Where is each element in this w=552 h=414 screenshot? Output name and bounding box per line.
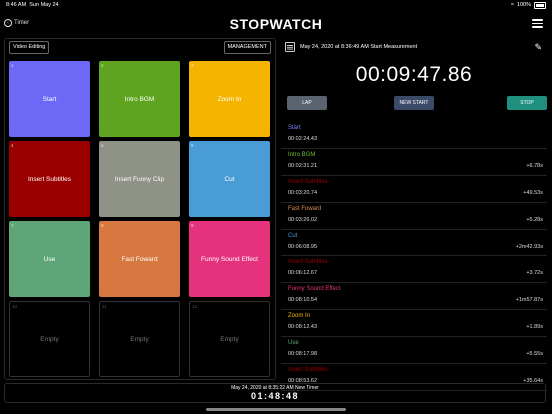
event-tile-1[interactable]: 1 Start [9, 61, 90, 137]
lap-delta: +3.72s [526, 270, 543, 277]
lap-time: 00:08:10.54 [288, 297, 318, 304]
menu-icon[interactable] [532, 19, 543, 28]
wifi-icon: ≈ [510, 2, 514, 9]
tile-label: Insert Subtitles [28, 175, 71, 183]
button-grid-panel: Video Editing MANAGEMENT 1 Start 2 Intro BG… [4, 38, 276, 380]
lap-delta: +2m42.93s [515, 243, 543, 250]
status-bar: 8:46 AM Sun May 24 ≈ 100% [0, 0, 552, 10]
tile-label: Fast Foward [121, 255, 158, 263]
event-tile-8[interactable]: 8 Fast Foward [99, 221, 180, 297]
lap-time: 00:08:17.98 [288, 351, 318, 358]
battery-percent: 100% [516, 2, 531, 9]
elapsed-time: 00:09:47.86 [355, 63, 473, 86]
event-tile-5[interactable]: 5 Insert Funny Clip [99, 141, 180, 217]
measurement-title: May 24, 2020 at 8:36:49 AM Start Measure… [300, 44, 418, 50]
page-title: STOPWATCH [229, 16, 323, 32]
lap-time: 00:03:20.74 [288, 189, 318, 196]
event-tile-12[interactable]: 12 Empty [189, 301, 270, 377]
lap-time: 00:08:12.43 [288, 324, 318, 331]
management-button[interactable]: MANAGEMENT [223, 41, 271, 54]
lap-time: 00:02:24.43 [288, 136, 318, 142]
tile-label: Intro BGM [124, 95, 155, 103]
battery-icon [534, 2, 546, 9]
lap-name: Funny Sound Effect [288, 286, 341, 293]
lap-name: Intro BGM [288, 151, 316, 158]
lap-delta: +5.28s [526, 216, 543, 223]
tile-number: 3 [191, 63, 194, 68]
measurement-header: May 24, 2020 at 8:36:49 AM Start Measure… [285, 42, 417, 52]
edit-icon[interactable]: ✎ [534, 42, 542, 53]
lap-name: Cut [288, 232, 298, 239]
tile-number: 1 [11, 63, 14, 68]
tile-label: Empty [130, 335, 149, 343]
lap-list: Start 00:02:24.43 Intro BGM 00:02:31.21 +6.7… [281, 122, 547, 391]
event-tile-6[interactable]: 6 Cut [189, 141, 270, 217]
tile-number: 7 [11, 223, 14, 228]
event-tile-7[interactable]: 7 Use [9, 221, 90, 297]
measurement-panel: May 24, 2020 at 8:36:49 AM Start Measure… [281, 38, 547, 391]
event-tile-11[interactable]: 11 Empty [99, 301, 180, 377]
lap-delta: +6.78s [526, 162, 543, 169]
event-tile-4[interactable]: 4 Insert Subtitles [9, 141, 90, 217]
tile-number: 2 [101, 63, 104, 68]
status-right: ≈ 100% [511, 2, 546, 9]
tile-label: Insert Funny Clip [114, 175, 165, 183]
lap-name: Zoom In [288, 313, 311, 320]
tile-number: 9 [191, 223, 194, 228]
status-date: Sun May 24 [29, 2, 59, 8]
status-clock: 8:46 AM [6, 2, 27, 8]
tile-number: 11 [102, 304, 107, 309]
lap-time: 00:02:31.21 [288, 162, 318, 169]
tile-number: 8 [101, 223, 104, 228]
stop-button[interactable]: STOP [507, 96, 547, 110]
tile-label: Start [42, 95, 57, 103]
lap-delta: +5.55s [526, 351, 543, 358]
category-button[interactable]: Video Editing [9, 41, 50, 54]
event-button-grid: 1 Start 2 Intro BGM 3 Zoom In 4 Insert Subtitle… [9, 61, 272, 377]
lap-time: 00:06:08.95 [288, 243, 318, 250]
lap-time: 00:06:12.67 [288, 270, 318, 277]
timer-bar-time: 01:48:48 [250, 391, 300, 401]
lap-delta: +1.89s [526, 324, 543, 331]
tile-label: Empty [40, 335, 59, 343]
tile-label: Use [43, 255, 56, 263]
lap-time: 00:03:26.02 [288, 216, 318, 223]
tile-number: 6 [191, 143, 194, 148]
lap-row[interactable]: Cut 00:06:08.95 +2m42.93s [281, 230, 547, 257]
lap-delta: +1m57.87s [515, 297, 543, 304]
lap-name: Insert Subtitles [288, 259, 328, 266]
lap-row[interactable]: Funny Sound Effect 00:08:10.54 +1m57.87s [281, 283, 547, 311]
lap-row[interactable]: Fast Foward 00:03:26.02 +5.28s [281, 203, 547, 230]
lap-row[interactable]: Insert Subtitles 00:03:20.74 +49.53s [281, 176, 547, 203]
lap-row[interactable]: Insert Subtitles 00:06:12.67 +3.72s [281, 256, 547, 284]
tile-number: 4 [11, 143, 14, 148]
lap-row[interactable]: Start 00:02:24.43 [281, 122, 547, 149]
tile-number: 12 [192, 304, 198, 309]
new-start-button[interactable]: NEW START [394, 96, 434, 110]
event-tile-3[interactable]: 3 Zoom In [189, 61, 270, 137]
lap-row[interactable]: Zoom In 00:08:12.43 +1.89s [281, 310, 547, 338]
event-tile-2[interactable]: 2 Intro BGM [99, 61, 180, 137]
lap-name: Fast Foward [288, 205, 322, 212]
timer-bar[interactable]: May 24, 2020 at 8:35:22 AM New Timer 01:… [4, 383, 546, 403]
tile-number: 10 [12, 304, 18, 309]
list-icon[interactable] [285, 42, 295, 52]
lap-name: Insert Subtitles [288, 178, 328, 185]
tile-number: 5 [101, 143, 104, 148]
tile-label: Zoom In [217, 95, 242, 103]
event-tile-10[interactable]: 10 Empty [9, 301, 90, 377]
tile-label: Funny Sound Effect [201, 255, 258, 263]
lap-row[interactable]: Use 00:08:17.98 +5.55s [281, 337, 547, 365]
tile-label: Cut [224, 175, 235, 183]
home-indicator [206, 408, 346, 411]
tile-label: Empty [220, 335, 239, 343]
status-time: 8:46 AM Sun May 24 [6, 2, 59, 8]
lap-row[interactable]: Intro BGM 00:02:31.21 +6.78s [281, 149, 547, 176]
lap-button[interactable]: LAP [287, 96, 327, 110]
event-tile-9[interactable]: 9 Funny Sound Effect [189, 221, 270, 297]
lap-name: Use [288, 340, 299, 347]
lap-name: Insert Subtitles [288, 367, 328, 374]
lap-name: Start [288, 125, 301, 131]
lap-delta: +49.53s [523, 189, 543, 196]
